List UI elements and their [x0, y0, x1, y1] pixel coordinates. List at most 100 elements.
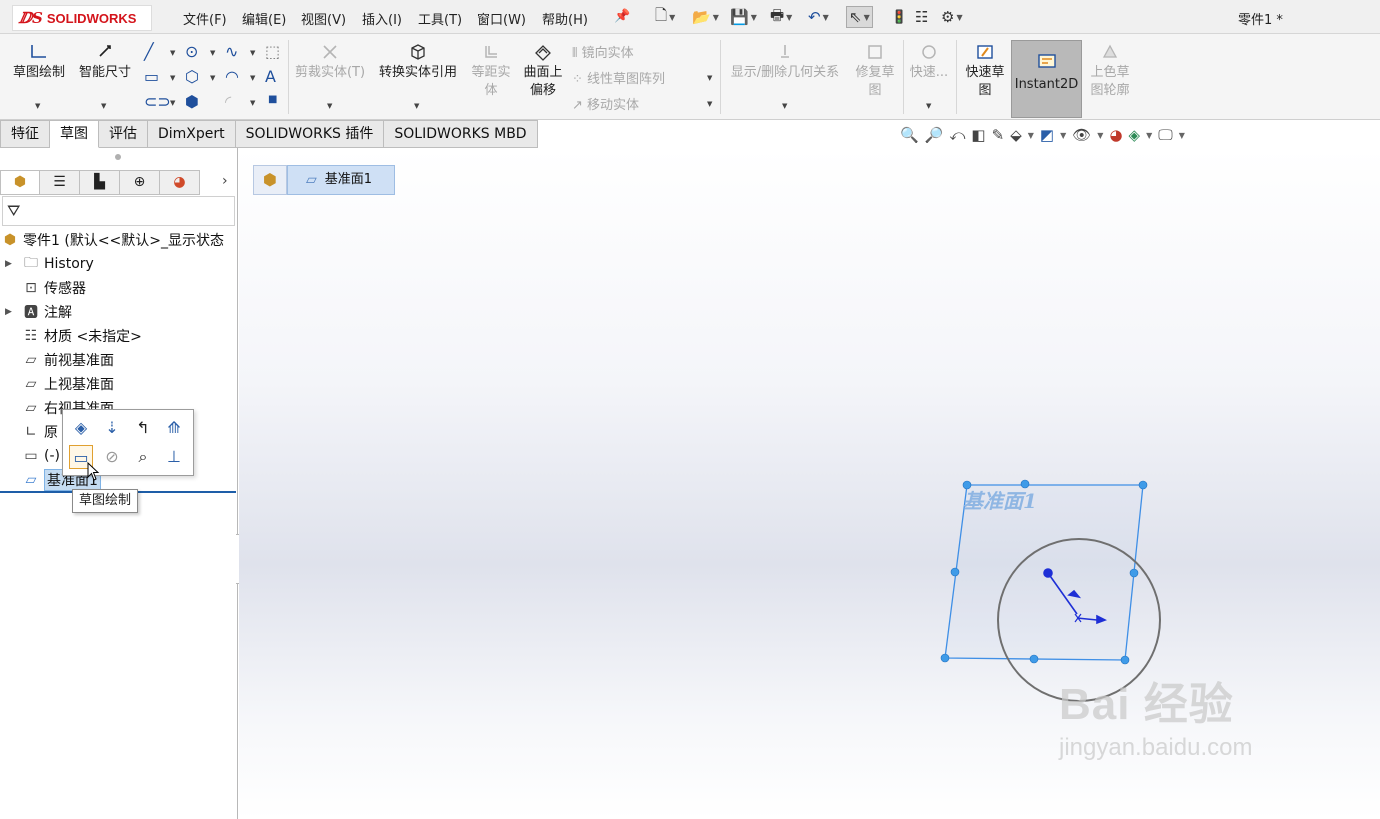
- quick-snaps-dropdown-arrow[interactable]: ▼: [926, 102, 931, 110]
- tab-property-manager[interactable]: ☰: [40, 170, 80, 195]
- view-settings-icon[interactable]: 🖵: [1158, 126, 1172, 144]
- chevron-right-icon[interactable]: ›: [222, 173, 228, 189]
- hide-show-items-icon[interactable]: 👁: [1072, 126, 1091, 144]
- rectangle-icon[interactable]: ▭: [144, 67, 159, 86]
- circle-icon[interactable]: ⊙: [185, 42, 198, 61]
- tree-filter[interactable]: ⛛: [2, 196, 235, 226]
- undo-button[interactable]: ↶ ▼: [808, 6, 829, 28]
- tree-item-front-plane[interactable]: ▱ 前视基准面: [0, 349, 114, 371]
- edit-feature-icon[interactable]: ◈: [69, 416, 93, 440]
- parent-child-icon[interactable]: ↰: [131, 416, 155, 440]
- tree-item-sketch[interactable]: ▭ (-): [0, 445, 60, 467]
- tab-dimxpert-manager[interactable]: ⊕: [120, 170, 160, 195]
- new-document-button[interactable]: 🗋 ▼: [655, 6, 675, 28]
- sketch-grid-icon[interactable]: ⬚: [265, 42, 280, 61]
- shaded-sketch-contours-button[interactable]: 上色草 图轮廓: [1085, 42, 1135, 100]
- rebuild-button[interactable]: 🚦: [891, 6, 907, 28]
- tree-item-origin[interactable]: ∟ 原: [0, 421, 58, 443]
- tree-item-annotations[interactable]: ▶ 🅰 注解: [0, 301, 72, 323]
- sketch-dropdown-arrow[interactable]: ▼: [35, 102, 40, 110]
- rapid-sketch-button[interactable]: 快速草 图: [960, 42, 1010, 100]
- view-orientation-icon[interactable]: ⬙: [1010, 126, 1022, 144]
- convert-dropdown-arrow[interactable]: ▼: [414, 102, 419, 110]
- tree-item-sensors[interactable]: ⊡ 传感器: [0, 277, 86, 299]
- instant2d-button[interactable]: Instant2D: [1011, 40, 1082, 118]
- tree-item-material[interactable]: ☷ 材质 <未指定>: [0, 325, 142, 347]
- pin-icon[interactable]: 📌: [614, 9, 630, 24]
- menu-tools[interactable]: 工具(T): [418, 9, 462, 28]
- arc-icon[interactable]: ◠: [225, 67, 239, 86]
- hide-icon[interactable]: ⊘: [100, 445, 124, 469]
- mirror-entities-button[interactable]: ⫴ 镜向实体: [572, 42, 634, 61]
- panel-splitter-handle[interactable]: [115, 154, 121, 160]
- tab-sketch[interactable]: 草图: [50, 120, 99, 148]
- undo-icon: ↶: [808, 8, 821, 26]
- file-properties-button[interactable]: ☷: [915, 6, 928, 28]
- tab-evaluate[interactable]: 评估: [99, 120, 148, 148]
- relations-dropdown-arrow[interactable]: ▼: [782, 102, 787, 110]
- menu-window[interactable]: 窗口(W): [477, 9, 526, 28]
- tab-feature-manager[interactable]: ⬢: [0, 170, 40, 195]
- display-delete-relations-button[interactable]: 显示/删除几何关系: [725, 42, 845, 82]
- solidworks-logo[interactable]: ⅅS SOLIDWORKS: [12, 5, 152, 31]
- repair-sketch-button[interactable]: 修复草 图: [851, 42, 899, 100]
- menu-insert[interactable]: 插入(I): [362, 9, 402, 28]
- previous-view-icon[interactable]: ⤺: [949, 126, 965, 144]
- offset-on-surface-button[interactable]: 曲面上 偏移: [518, 42, 568, 100]
- save-button[interactable]: 💾 ▼: [730, 6, 757, 28]
- menu-edit[interactable]: 编辑(E): [242, 9, 286, 28]
- linear-pattern-button[interactable]: ⁘ 线性草图阵列: [572, 68, 665, 87]
- polygon-icon[interactable]: ⬡: [185, 67, 199, 86]
- mouse-cursor-icon: [87, 462, 100, 481]
- text-icon[interactable]: A: [265, 67, 276, 86]
- expand-arrow-icon[interactable]: ▶: [5, 307, 15, 317]
- tab-dimxpert[interactable]: DimXpert: [148, 120, 236, 148]
- dynamic-annotation-icon[interactable]: ✎: [992, 126, 1005, 144]
- tab-solidworks-mbd[interactable]: SOLIDWORKS MBD: [384, 120, 538, 148]
- tab-display-manager[interactable]: ◕: [160, 170, 200, 195]
- tree-root-part[interactable]: ⬢ 零件1 (默认<<默认>_显示状态: [0, 229, 224, 251]
- edit-appearance-icon[interactable]: ◕: [1109, 126, 1122, 144]
- menu-help[interactable]: 帮助(H): [542, 9, 588, 28]
- open-button[interactable]: 📂 ▼: [692, 6, 719, 28]
- convert-entities-button[interactable]: 转换实体引用: [372, 42, 464, 82]
- display-style-icon[interactable]: ◩: [1040, 126, 1054, 144]
- normal-plane-icon[interactable]: ⊥: [162, 445, 186, 469]
- offset-entities-button[interactable]: 等距实 体: [466, 42, 516, 100]
- zoom-to-selection-icon[interactable]: ⌕: [131, 445, 155, 469]
- smart-dimension-button[interactable]: 智能尺寸: [74, 42, 136, 82]
- smart-dimension-dropdown-arrow[interactable]: ▼: [101, 102, 106, 110]
- trim-entities-button[interactable]: 剪裁实体(T): [292, 42, 368, 82]
- line-icon[interactable]: ╱: [144, 42, 154, 61]
- options-button[interactable]: ⚙ ▼: [941, 6, 963, 28]
- move-dropdown-arrow[interactable]: ▼: [707, 100, 712, 108]
- normal-to-icon[interactable]: ⇣: [100, 416, 124, 440]
- tab-configuration-manager[interactable]: ▙: [80, 170, 120, 195]
- section-view-icon[interactable]: ◧: [971, 126, 985, 144]
- tree-item-top-plane[interactable]: ▱ 上视基准面: [0, 373, 114, 395]
- zoom-to-fit-icon[interactable]: 🔍: [900, 126, 919, 144]
- print-button[interactable]: 🖶 ▼: [770, 6, 792, 28]
- move-entities-button[interactable]: ↗ 移动实体: [572, 94, 639, 113]
- trim-dropdown-arrow[interactable]: ▼: [327, 102, 332, 110]
- select-button[interactable]: ⇖ ▼: [846, 6, 873, 28]
- trim-icon: [323, 45, 337, 59]
- graphics-area[interactable]: ⬢ ▱ 基准面1 基准面1 Bai 经验 jingyan.baidu.com: [239, 148, 1380, 819]
- move-plane-icon[interactable]: ⟰: [162, 416, 186, 440]
- slot-icon[interactable]: ⊂⊃: [144, 92, 171, 111]
- apply-scene-icon[interactable]: ◈: [1129, 126, 1141, 144]
- menu-file[interactable]: 文件(F): [183, 9, 227, 28]
- expand-arrow-icon[interactable]: ▶: [5, 259, 15, 269]
- tree-item-history[interactable]: ▶ 🗀 History: [0, 253, 94, 275]
- spline-icon[interactable]: ∿: [225, 42, 238, 61]
- point-icon[interactable]: ■: [268, 94, 277, 105]
- pattern-dropdown-arrow[interactable]: ▼: [707, 74, 712, 82]
- sketch-button[interactable]: 草图绘制: [8, 42, 70, 82]
- polygon-hex-icon[interactable]: ⬢: [185, 92, 199, 111]
- fillet-icon[interactable]: ◜: [225, 92, 231, 111]
- tab-solidworks-addins[interactable]: SOLIDWORKS 插件: [235, 120, 385, 148]
- menu-view[interactable]: 视图(V): [301, 9, 346, 28]
- zoom-to-area-icon[interactable]: 🔎: [925, 126, 944, 144]
- quick-snaps-button[interactable]: 快速...: [906, 42, 952, 82]
- tab-features[interactable]: 特征: [0, 120, 50, 148]
